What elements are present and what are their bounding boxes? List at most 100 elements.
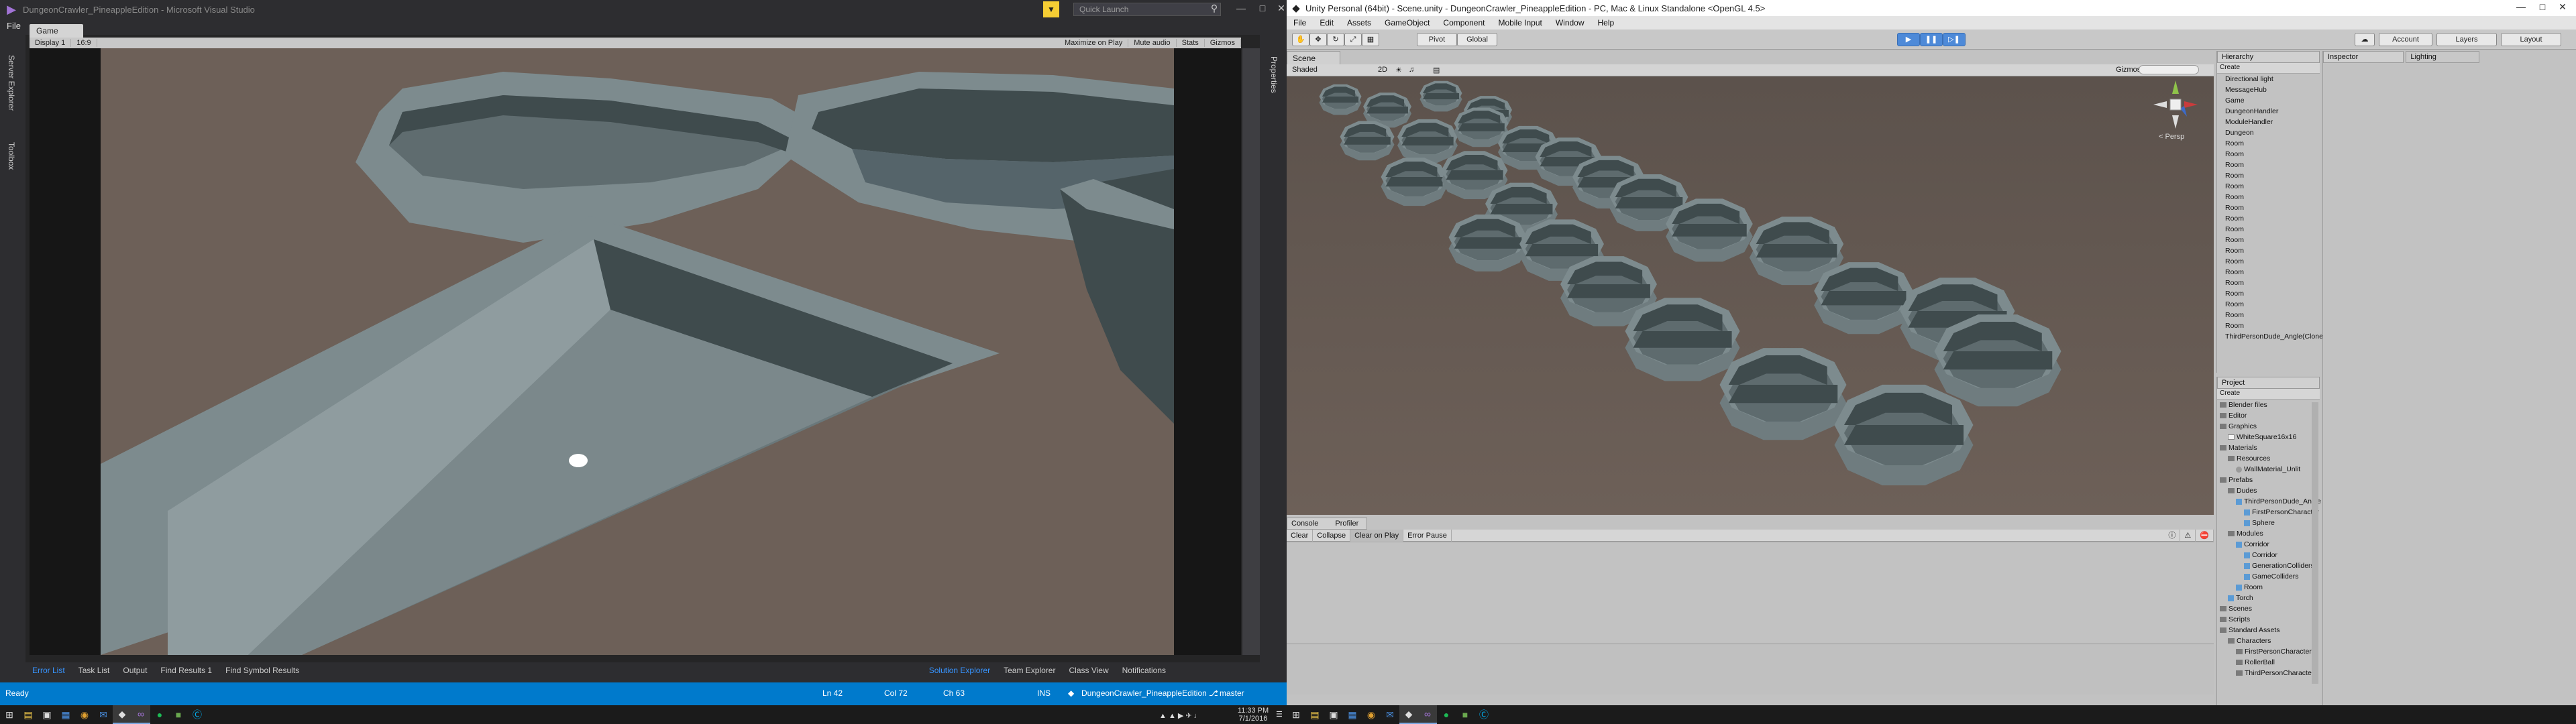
console-detail-area[interactable] xyxy=(1287,644,2214,695)
menu-assets[interactable]: Assets xyxy=(1340,18,1378,27)
audio-toggle-icon[interactable]: ♫ xyxy=(1409,66,1414,74)
game-view-render[interactable] xyxy=(101,48,1174,655)
minecraft-icon[interactable]: ■ xyxy=(169,705,188,724)
hierarchy-item[interactable]: DungeonHandler xyxy=(2217,106,2320,117)
project-item[interactable]: Graphics xyxy=(2220,421,2320,432)
scene-tab[interactable]: Scene xyxy=(1287,51,1340,64)
project-item[interactable]: WallMaterial_Unlit xyxy=(2220,464,2320,475)
store-icon[interactable]: ▣ xyxy=(38,705,56,724)
room-mesh[interactable] xyxy=(1397,119,1458,164)
menu-gameobject[interactable]: GameObject xyxy=(1378,18,1436,27)
hierarchy-item[interactable]: Room xyxy=(2217,299,2320,310)
scene-search-input[interactable] xyxy=(2139,65,2199,74)
menu-file[interactable]: File xyxy=(1287,18,1313,27)
room-mesh[interactable] xyxy=(1625,298,1740,381)
mail-icon[interactable]: ✉ xyxy=(1381,705,1399,724)
play-button[interactable]: ▶ xyxy=(1897,33,1920,46)
tab-solution-explorer[interactable]: Solution Explorer xyxy=(922,666,997,675)
folder-icon[interactable]: ▤ xyxy=(19,705,38,724)
toolbox-tab[interactable]: Toolbox xyxy=(7,142,16,170)
room-mesh[interactable] xyxy=(1814,262,1913,335)
project-item[interactable]: ThirdPersonCharacter xyxy=(2220,668,2320,678)
windows-start-icon[interactable]: ⊞ xyxy=(0,705,19,724)
skype-icon[interactable]: Ⓒ xyxy=(1474,705,1493,724)
step-button[interactable]: ▷❚ xyxy=(1943,33,1966,46)
project-item[interactable]: FirstPersonCharacter xyxy=(2220,507,2320,518)
hierarchy-create-dropdown[interactable]: Create xyxy=(2217,63,2320,74)
unity-taskbar-icon[interactable]: ◆ xyxy=(113,705,131,724)
scale-tool-icon[interactable]: ⤢ xyxy=(1344,33,1362,46)
project-item[interactable]: Prefabs xyxy=(2220,475,2320,485)
hierarchy-item[interactable]: Room xyxy=(2217,202,2320,213)
project-item[interactable]: Corridor xyxy=(2220,550,2320,560)
hierarchy-item[interactable]: ModuleHandler xyxy=(2217,117,2320,127)
hierarchy-item[interactable]: Room xyxy=(2217,310,2320,320)
visual-studio-taskbar-icon[interactable]: ∞ xyxy=(1418,705,1437,724)
system-tray-icons[interactable]: ▲ ▲ ▶ ✈ ♩ xyxy=(1159,712,1201,720)
account-dropdown[interactable]: Account xyxy=(2379,33,2432,46)
hierarchy-item[interactable]: Game xyxy=(2217,95,2320,106)
lighting-toggle-icon[interactable]: ☀ xyxy=(1395,66,1402,74)
notification-filter-icon[interactable]: ▼ xyxy=(1043,1,1059,17)
hierarchy-item[interactable]: Room xyxy=(2217,224,2320,235)
menu-edit[interactable]: Edit xyxy=(1313,18,1340,27)
pause-button[interactable]: ❚❚ xyxy=(1920,33,1943,46)
project-item[interactable]: Torch xyxy=(2220,593,2320,603)
hierarchy-item[interactable]: Room xyxy=(2217,267,2320,278)
project-item[interactable]: RollerBall xyxy=(2220,657,2320,668)
menu-component[interactable]: Component xyxy=(1436,18,1491,27)
menu-mobile-input[interactable]: Mobile Input xyxy=(1491,18,1548,27)
hierarchy-item[interactable]: Directional light xyxy=(2217,74,2320,84)
properties-tab[interactable]: Properties xyxy=(1269,56,1279,93)
chrome-icon[interactable]: ◉ xyxy=(75,705,94,724)
tab-output[interactable]: Output xyxy=(116,666,154,675)
console-error-icon[interactable]: ⛔ xyxy=(2196,529,2214,542)
console-info-icon[interactable]: ⓘ xyxy=(2164,529,2181,542)
tab-class-view[interactable]: Class View xyxy=(1062,666,1115,675)
stats-toggle[interactable]: Stats xyxy=(1177,39,1205,47)
display-select[interactable]: Display 1 xyxy=(30,39,72,47)
hierarchy-item[interactable]: Room xyxy=(2217,288,2320,299)
hierarchy-item[interactable]: Room xyxy=(2217,278,2320,288)
vs-scrollbar[interactable] xyxy=(1242,48,1260,655)
global-toggle[interactable]: Global xyxy=(1457,33,1497,46)
scene-render[interactable] xyxy=(1287,76,2214,515)
project-scrollbar[interactable] xyxy=(2312,402,2318,684)
hand-tool-icon[interactable]: ✋ xyxy=(1292,33,1309,46)
pivot-toggle[interactable]: Pivot xyxy=(1417,33,1457,46)
console-error-pause-toggle[interactable]: Error Pause xyxy=(1403,529,1452,542)
room-mesh[interactable] xyxy=(1666,198,1753,262)
project-item[interactable]: Standard Assets xyxy=(2220,625,2320,636)
project-item[interactable]: Room xyxy=(2220,582,2320,593)
project-item[interactable]: Materials xyxy=(2220,442,2320,453)
console-warning-icon[interactable]: ⚠ xyxy=(2180,529,2196,542)
scene-orientation-gizmo[interactable] xyxy=(2152,79,2199,130)
project-item[interactable]: Sphere xyxy=(2220,518,2320,528)
chrome-icon[interactable]: ◉ xyxy=(1362,705,1381,724)
room-mesh[interactable] xyxy=(1419,80,1462,112)
rotate-tool-icon[interactable]: ↻ xyxy=(1327,33,1344,46)
hierarchy-item[interactable]: Room xyxy=(2217,181,2320,192)
scene-view[interactable] xyxy=(1287,76,2214,515)
hierarchy-item[interactable]: Room xyxy=(2217,213,2320,224)
console-clear-on-play-toggle[interactable]: Clear on Play xyxy=(1350,529,1404,542)
hierarchy-item[interactable]: Room xyxy=(2217,320,2320,331)
menu-help[interactable]: Help xyxy=(1591,18,1621,27)
calendar-icon[interactable]: ▦ xyxy=(56,705,75,724)
project-item[interactable]: GenerationColliders xyxy=(2220,560,2320,571)
project-item[interactable]: Corridor xyxy=(2220,539,2320,550)
console-tab[interactable]: Console xyxy=(1291,520,1318,528)
project-create-dropdown[interactable]: Create xyxy=(2217,389,2320,400)
gizmos-toggle[interactable]: Gizmos xyxy=(1205,39,1241,47)
hierarchy-item[interactable]: Room xyxy=(2217,160,2320,170)
game-tab[interactable]: Game xyxy=(30,24,83,38)
room-mesh[interactable] xyxy=(1381,158,1448,206)
project-item[interactable]: Modules xyxy=(2220,528,2320,539)
hierarchy-item[interactable]: Room xyxy=(2217,149,2320,160)
visual-studio-taskbar-icon[interactable]: ∞ xyxy=(131,705,150,724)
project-item[interactable]: Dudes xyxy=(2220,485,2320,496)
room-mesh[interactable] xyxy=(1340,121,1395,161)
action-center-icon[interactable]: ☰ xyxy=(1276,711,1283,719)
rect-tool-icon[interactable]: ▦ xyxy=(1362,33,1379,46)
store-icon[interactable]: ▣ xyxy=(1324,705,1343,724)
